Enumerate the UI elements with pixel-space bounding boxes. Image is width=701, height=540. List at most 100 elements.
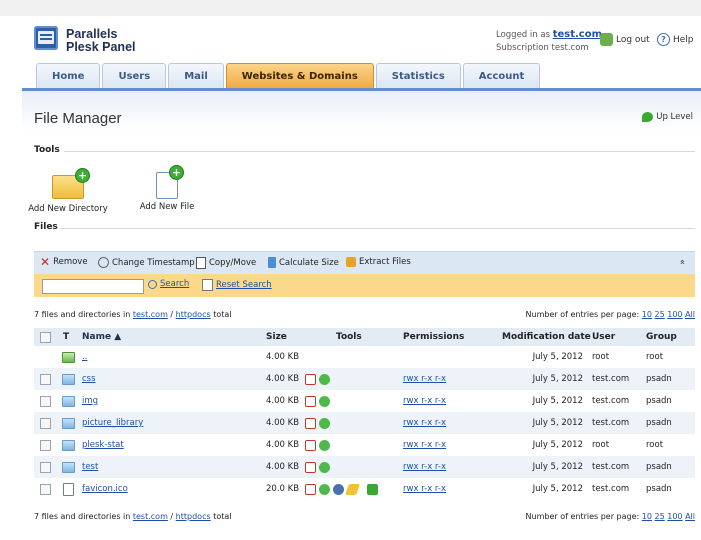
add-file-button[interactable]: + Add New File xyxy=(134,165,200,212)
edit-icon[interactable] xyxy=(344,483,361,495)
rename-icon[interactable] xyxy=(319,417,330,429)
rename-icon[interactable] xyxy=(319,483,330,495)
collapse-toolbar-button[interactable]: » xyxy=(678,259,688,265)
row-checkbox[interactable] xyxy=(40,456,51,478)
select-all-checkbox[interactable] xyxy=(40,328,51,346)
up-level-button[interactable]: Up Level xyxy=(642,112,693,122)
permissions-link[interactable]: rwx r-x r-x xyxy=(403,412,446,434)
summary-count-text: 7 files and directories in xyxy=(34,310,131,319)
files-heading: Files xyxy=(34,222,58,232)
reset-search-button[interactable]: Reset Search xyxy=(202,279,272,291)
per-page-100[interactable]: 100 xyxy=(667,512,682,521)
add-directory-label: Add New Directory xyxy=(28,204,108,214)
up-level-label: Up Level xyxy=(656,112,693,122)
per-page-25[interactable]: 25 xyxy=(655,310,665,319)
row-checkbox[interactable] xyxy=(40,478,51,500)
extract-files-label: Extract Files xyxy=(359,257,411,267)
search-label: Search xyxy=(160,279,190,289)
col-name[interactable]: Name ▲ xyxy=(82,328,121,346)
main-tabs: Home Users Mail Websites & Domains Stati… xyxy=(36,63,541,89)
file-date: July 5, 2012 xyxy=(532,484,583,494)
per-page-10[interactable]: 10 xyxy=(642,512,652,521)
tab-account[interactable]: Account xyxy=(462,63,541,89)
subscription-label: Subscription test.com xyxy=(496,43,589,53)
remove-button[interactable]: ✕ Remove xyxy=(40,256,88,268)
tab-home[interactable]: Home xyxy=(36,63,101,89)
file-name-link[interactable]: favicon.ico xyxy=(82,478,128,500)
row-tools xyxy=(305,390,333,412)
logout-button[interactable]: Log out xyxy=(600,33,650,46)
row-checkbox[interactable] xyxy=(40,434,51,456)
page-title: File Manager xyxy=(34,110,122,127)
help-button[interactable]: ? Help xyxy=(657,33,694,46)
copy-move-label: Copy/Move xyxy=(209,258,257,268)
change-permissions-icon[interactable] xyxy=(305,439,316,451)
path-link-httpdocs[interactable]: httpdocs xyxy=(176,310,211,319)
col-user[interactable]: User xyxy=(592,328,615,346)
per-page-10[interactable]: 10 xyxy=(642,310,652,319)
tab-mail[interactable]: Mail xyxy=(168,63,224,89)
folder-icon xyxy=(62,439,75,451)
rename-icon[interactable] xyxy=(319,395,330,407)
permissions-link[interactable]: rwx r-x r-x xyxy=(403,390,446,412)
tools-divider xyxy=(64,151,695,152)
col-size[interactable]: Size xyxy=(266,328,287,346)
file-name-link[interactable]: test xyxy=(82,456,98,478)
change-timestamp-button[interactable]: Change Timestamp xyxy=(98,257,195,268)
path-link-domain[interactable]: test.com xyxy=(133,512,168,521)
path-link-httpdocs[interactable]: httpdocs xyxy=(176,512,211,521)
col-permissions[interactable]: Permissions xyxy=(403,328,464,346)
calculate-size-button[interactable]: Calculate Size xyxy=(268,257,339,268)
rename-icon[interactable] xyxy=(319,439,330,451)
tab-users[interactable]: Users xyxy=(102,63,167,89)
change-permissions-icon[interactable] xyxy=(305,417,316,429)
copy-move-button[interactable]: Copy/Move xyxy=(196,257,256,269)
file-date: July 5, 2012 xyxy=(532,396,583,406)
change-permissions-icon[interactable] xyxy=(305,395,316,407)
file-table: T Name ▲ Size Tools Permissions Modifica… xyxy=(34,328,695,500)
file-name-link[interactable]: .. xyxy=(82,346,87,368)
folder-icon xyxy=(62,461,75,473)
file-group: psadn xyxy=(646,418,672,428)
user-link[interactable]: test.com xyxy=(553,29,602,40)
tab-statistics[interactable]: Statistics xyxy=(375,63,461,89)
file-name-link[interactable]: picture_library xyxy=(82,412,143,434)
file-name-link[interactable]: plesk-stat xyxy=(82,434,124,456)
rename-icon[interactable] xyxy=(319,373,330,385)
search-input[interactable] xyxy=(42,279,144,294)
change-permissions-icon[interactable] xyxy=(305,483,316,495)
change-permissions-icon[interactable] xyxy=(305,373,316,385)
file-size: 4.00 KB xyxy=(266,374,300,384)
permissions-link[interactable]: rwx r-x r-x xyxy=(403,478,446,500)
col-modification-date[interactable]: Modification date xyxy=(502,328,591,346)
view-icon[interactable] xyxy=(333,483,344,495)
per-page-all[interactable]: All xyxy=(685,512,695,521)
per-page-100[interactable]: 100 xyxy=(667,310,682,319)
permissions-link[interactable]: rwx r-x r-x xyxy=(403,456,446,478)
change-permissions-icon[interactable] xyxy=(305,461,316,473)
file-name-link[interactable]: img xyxy=(82,390,98,412)
path-link-domain[interactable]: test.com xyxy=(133,310,168,319)
file-size: 20.0 KB xyxy=(266,484,300,494)
tab-websites-domains[interactable]: Websites & Domains xyxy=(225,63,374,89)
row-tools xyxy=(305,478,381,500)
per-page-25[interactable]: 25 xyxy=(655,512,665,521)
file-group: psadn xyxy=(646,396,672,406)
add-directory-button[interactable]: + Add New Directory xyxy=(28,168,108,214)
extract-files-button[interactable]: Extract Files xyxy=(346,257,411,267)
row-checkbox[interactable] xyxy=(40,390,51,412)
new-file-icon: + xyxy=(156,165,184,199)
download-icon[interactable] xyxy=(367,483,378,495)
permissions-link[interactable]: rwx r-x r-x xyxy=(403,368,446,390)
file-name-link[interactable]: css xyxy=(82,368,96,390)
per-page-all[interactable]: All xyxy=(685,310,695,319)
search-button[interactable]: Search xyxy=(148,279,189,289)
row-checkbox[interactable] xyxy=(40,368,51,390)
copy-icon xyxy=(196,257,206,269)
permissions-link[interactable]: rwx r-x r-x xyxy=(403,434,446,456)
plesk-logo-icon xyxy=(34,26,58,50)
row-checkbox[interactable] xyxy=(40,412,51,434)
rename-icon[interactable] xyxy=(319,461,330,473)
col-group[interactable]: Group xyxy=(646,328,677,346)
summary-total: total xyxy=(213,512,232,521)
